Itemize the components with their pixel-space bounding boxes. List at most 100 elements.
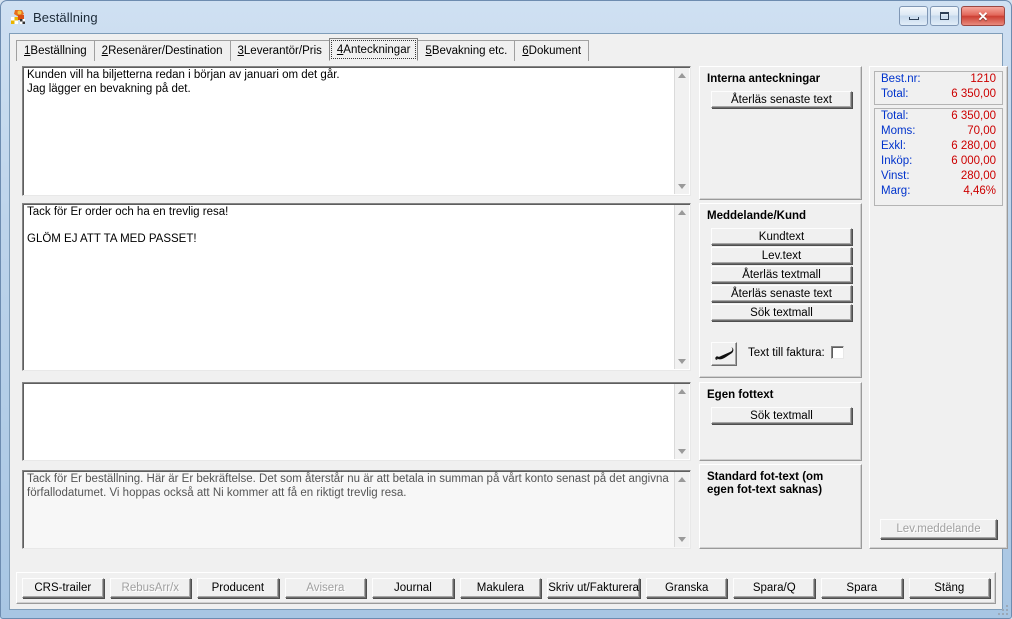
summary-header-box: Best.nr: 1210 Total: 6 350,00 [874, 71, 1003, 105]
customer-message-scrollbar[interactable] [674, 205, 689, 369]
tab-bevakning[interactable]: 5 Bevakning etc. [417, 40, 516, 61]
scroll-up-icon[interactable] [675, 205, 689, 220]
summary-row-marg: Marg: 4,46% [875, 184, 1002, 199]
resize-grip[interactable] [996, 603, 1008, 615]
spara-button[interactable]: Spara [821, 578, 903, 598]
minimize-icon [908, 17, 919, 20]
summary-row-vinst: Vinst: 280,00 [875, 169, 1002, 184]
pen-icon [715, 347, 734, 360]
panel-customer-message: Meddelande/Kund Kundtext Lev.text Återlä… [699, 203, 862, 378]
producent-button[interactable]: Producent [197, 578, 279, 598]
panel-standard-footer: Standard fot-text (om egen fot-text sakn… [699, 464, 862, 549]
invoice-text-checkbox[interactable] [831, 346, 844, 359]
scroll-down-icon[interactable] [675, 354, 689, 369]
lev-meddelande-button[interactable]: Lev.meddelande [880, 519, 997, 539]
summary-row-total: Total: 6 350,00 [875, 109, 1002, 124]
tab-label: Beställning [30, 45, 87, 57]
tab-label: Leverantör/Pris [243, 45, 322, 57]
skriv-ut-fakturera-button[interactable]: Skriv ut/Fakturera [547, 578, 640, 598]
summary-label: Moms: [881, 125, 916, 137]
summary-value: 6 280,00 [951, 140, 996, 152]
search-text-template-button[interactable]: Sök textmall [711, 304, 852, 321]
avisera-button[interactable]: Avisera [284, 578, 367, 598]
standard-footer-scrollbar[interactable] [674, 472, 689, 547]
panel-own-footer: Egen fottext Sök textmall [699, 382, 862, 461]
summary-label: Exkl: [881, 140, 906, 152]
crs-trailer-button[interactable]: CRS-trailer [22, 578, 104, 598]
internal-notes-scrollbar[interactable] [674, 68, 689, 194]
tab-bestallning[interactable]: 1 Beställning [16, 40, 95, 61]
scroll-up-icon[interactable] [675, 68, 689, 83]
tab-leverantor-pris[interactable]: 3 Leverantör/Pris [229, 40, 330, 61]
tab-panel-anteckningar: Kunden vill ha biljetterna redan i börja… [16, 61, 1008, 567]
summary-value: 6 350,00 [951, 88, 996, 100]
summary-label: Inköp: [881, 155, 913, 167]
kundtext-button[interactable]: Kundtext [711, 228, 852, 245]
scroll-up-icon[interactable] [675, 384, 689, 399]
own-footer-textarea[interactable] [22, 382, 691, 461]
summary-row-total-top: Total: 6 350,00 [875, 87, 1002, 102]
tab-anteckningar[interactable]: 4 Anteckningar [328, 38, 419, 61]
internal-notes-textarea[interactable]: Kunden vill ha biljetterna redan i börja… [22, 66, 691, 196]
title-bar: Beställning ✕ [1, 1, 1011, 33]
spara-q-button[interactable]: Spara/Q [733, 578, 815, 598]
application-window: Beställning ✕ 1 Beställning 2 Resenärer/… [0, 0, 1012, 619]
scroll-down-icon[interactable] [675, 179, 689, 194]
tab-label: Bevakning etc. [431, 45, 508, 57]
summary-row-bestnr: Best.nr: 1210 [875, 72, 1002, 87]
window-title: Beställning [33, 9, 98, 25]
panel-own-footer-title: Egen fottext [707, 389, 774, 401]
rebusarr-button[interactable]: RebusArr/x [109, 578, 192, 598]
levtext-button[interactable]: Lev.text [711, 247, 852, 264]
tab-label: Dokument [528, 45, 582, 57]
journal-button[interactable]: Journal [372, 578, 454, 598]
window-controls: ✕ [899, 6, 1005, 26]
close-button[interactable]: ✕ [961, 6, 1005, 26]
reload-latest-text-button[interactable]: Återläs senaste text [711, 285, 852, 302]
summary-label: Total: [881, 110, 909, 122]
granska-button[interactable]: Granska [645, 578, 728, 598]
makulera-button[interactable]: Makulera [459, 578, 542, 598]
summary-label: Total: [881, 88, 909, 100]
reload-latest-text-button-internal[interactable]: Återläs senaste text [711, 91, 852, 108]
summary-label: Marg: [881, 185, 911, 197]
panel-standard-footer-title: Standard fot-text (om egen fot-text sakn… [707, 471, 824, 496]
customer-message-textarea[interactable]: Tack för Er order och ha en trevlig resa… [22, 203, 691, 371]
summary-value: 1210 [970, 73, 996, 85]
summary-label: Vinst: [881, 170, 910, 182]
scroll-up-icon[interactable] [675, 472, 689, 487]
customer-message-text: Tack för Er order och ha en trevlig resa… [27, 206, 229, 245]
summary-value: 70,00 [967, 125, 996, 137]
reload-text-template-button[interactable]: Återläs textmall [711, 266, 852, 283]
tab-resenarer-destination[interactable]: 2 Resenärer/Destination [93, 40, 231, 61]
standard-footer-text: Tack för Er beställning. Här är Er bekrä… [27, 473, 672, 499]
tab-label: Resenärer/Destination [108, 45, 223, 57]
summary-value: 280,00 [960, 170, 996, 182]
summary-value: 4,46% [963, 185, 996, 197]
client-area: 1 Beställning 2 Resenärer/Destination 3 … [9, 33, 1008, 610]
bottom-button-bar: CRS-trailer RebusArr/x Producent Avisera… [16, 572, 996, 604]
summary-row-exkl: Exkl: 6 280,00 [875, 139, 1002, 154]
summary-label: Best.nr: [881, 73, 921, 85]
summary-row-moms: Moms: 70,00 [875, 124, 1002, 139]
maximize-button[interactable] [930, 6, 959, 26]
stang-button[interactable]: Stäng [908, 578, 991, 598]
summary-value: 6 000,00 [951, 155, 996, 167]
maximize-icon [940, 12, 949, 20]
summary-panel: Best.nr: 1210 Total: 6 350,00 Total: 6 3… [869, 66, 1008, 549]
close-icon: ✕ [977, 8, 989, 24]
pen-icon-button[interactable] [711, 342, 737, 366]
tab-label: Anteckningar [343, 43, 411, 56]
summary-row-inkop: Inköp: 6 000,00 [875, 154, 1002, 169]
minimize-button[interactable] [899, 6, 928, 26]
own-footer-scrollbar[interactable] [674, 384, 689, 459]
tab-dokument[interactable]: 6 Dokument [514, 40, 590, 61]
summary-value: 6 350,00 [951, 110, 996, 122]
scroll-down-icon[interactable] [675, 532, 689, 547]
standard-footer-textarea[interactable]: Tack för Er beställning. Här är Er bekrä… [22, 470, 691, 549]
panel-internal-notes-title: Interna anteckningar [707, 73, 821, 85]
scroll-down-icon[interactable] [675, 444, 689, 459]
panel-customer-message-title: Meddelande/Kund [707, 210, 807, 222]
summary-totals-box: Total: 6 350,00 Moms: 70,00 Exkl: 6 280,… [874, 108, 1003, 206]
search-text-template-button-footer[interactable]: Sök textmall [711, 407, 852, 424]
